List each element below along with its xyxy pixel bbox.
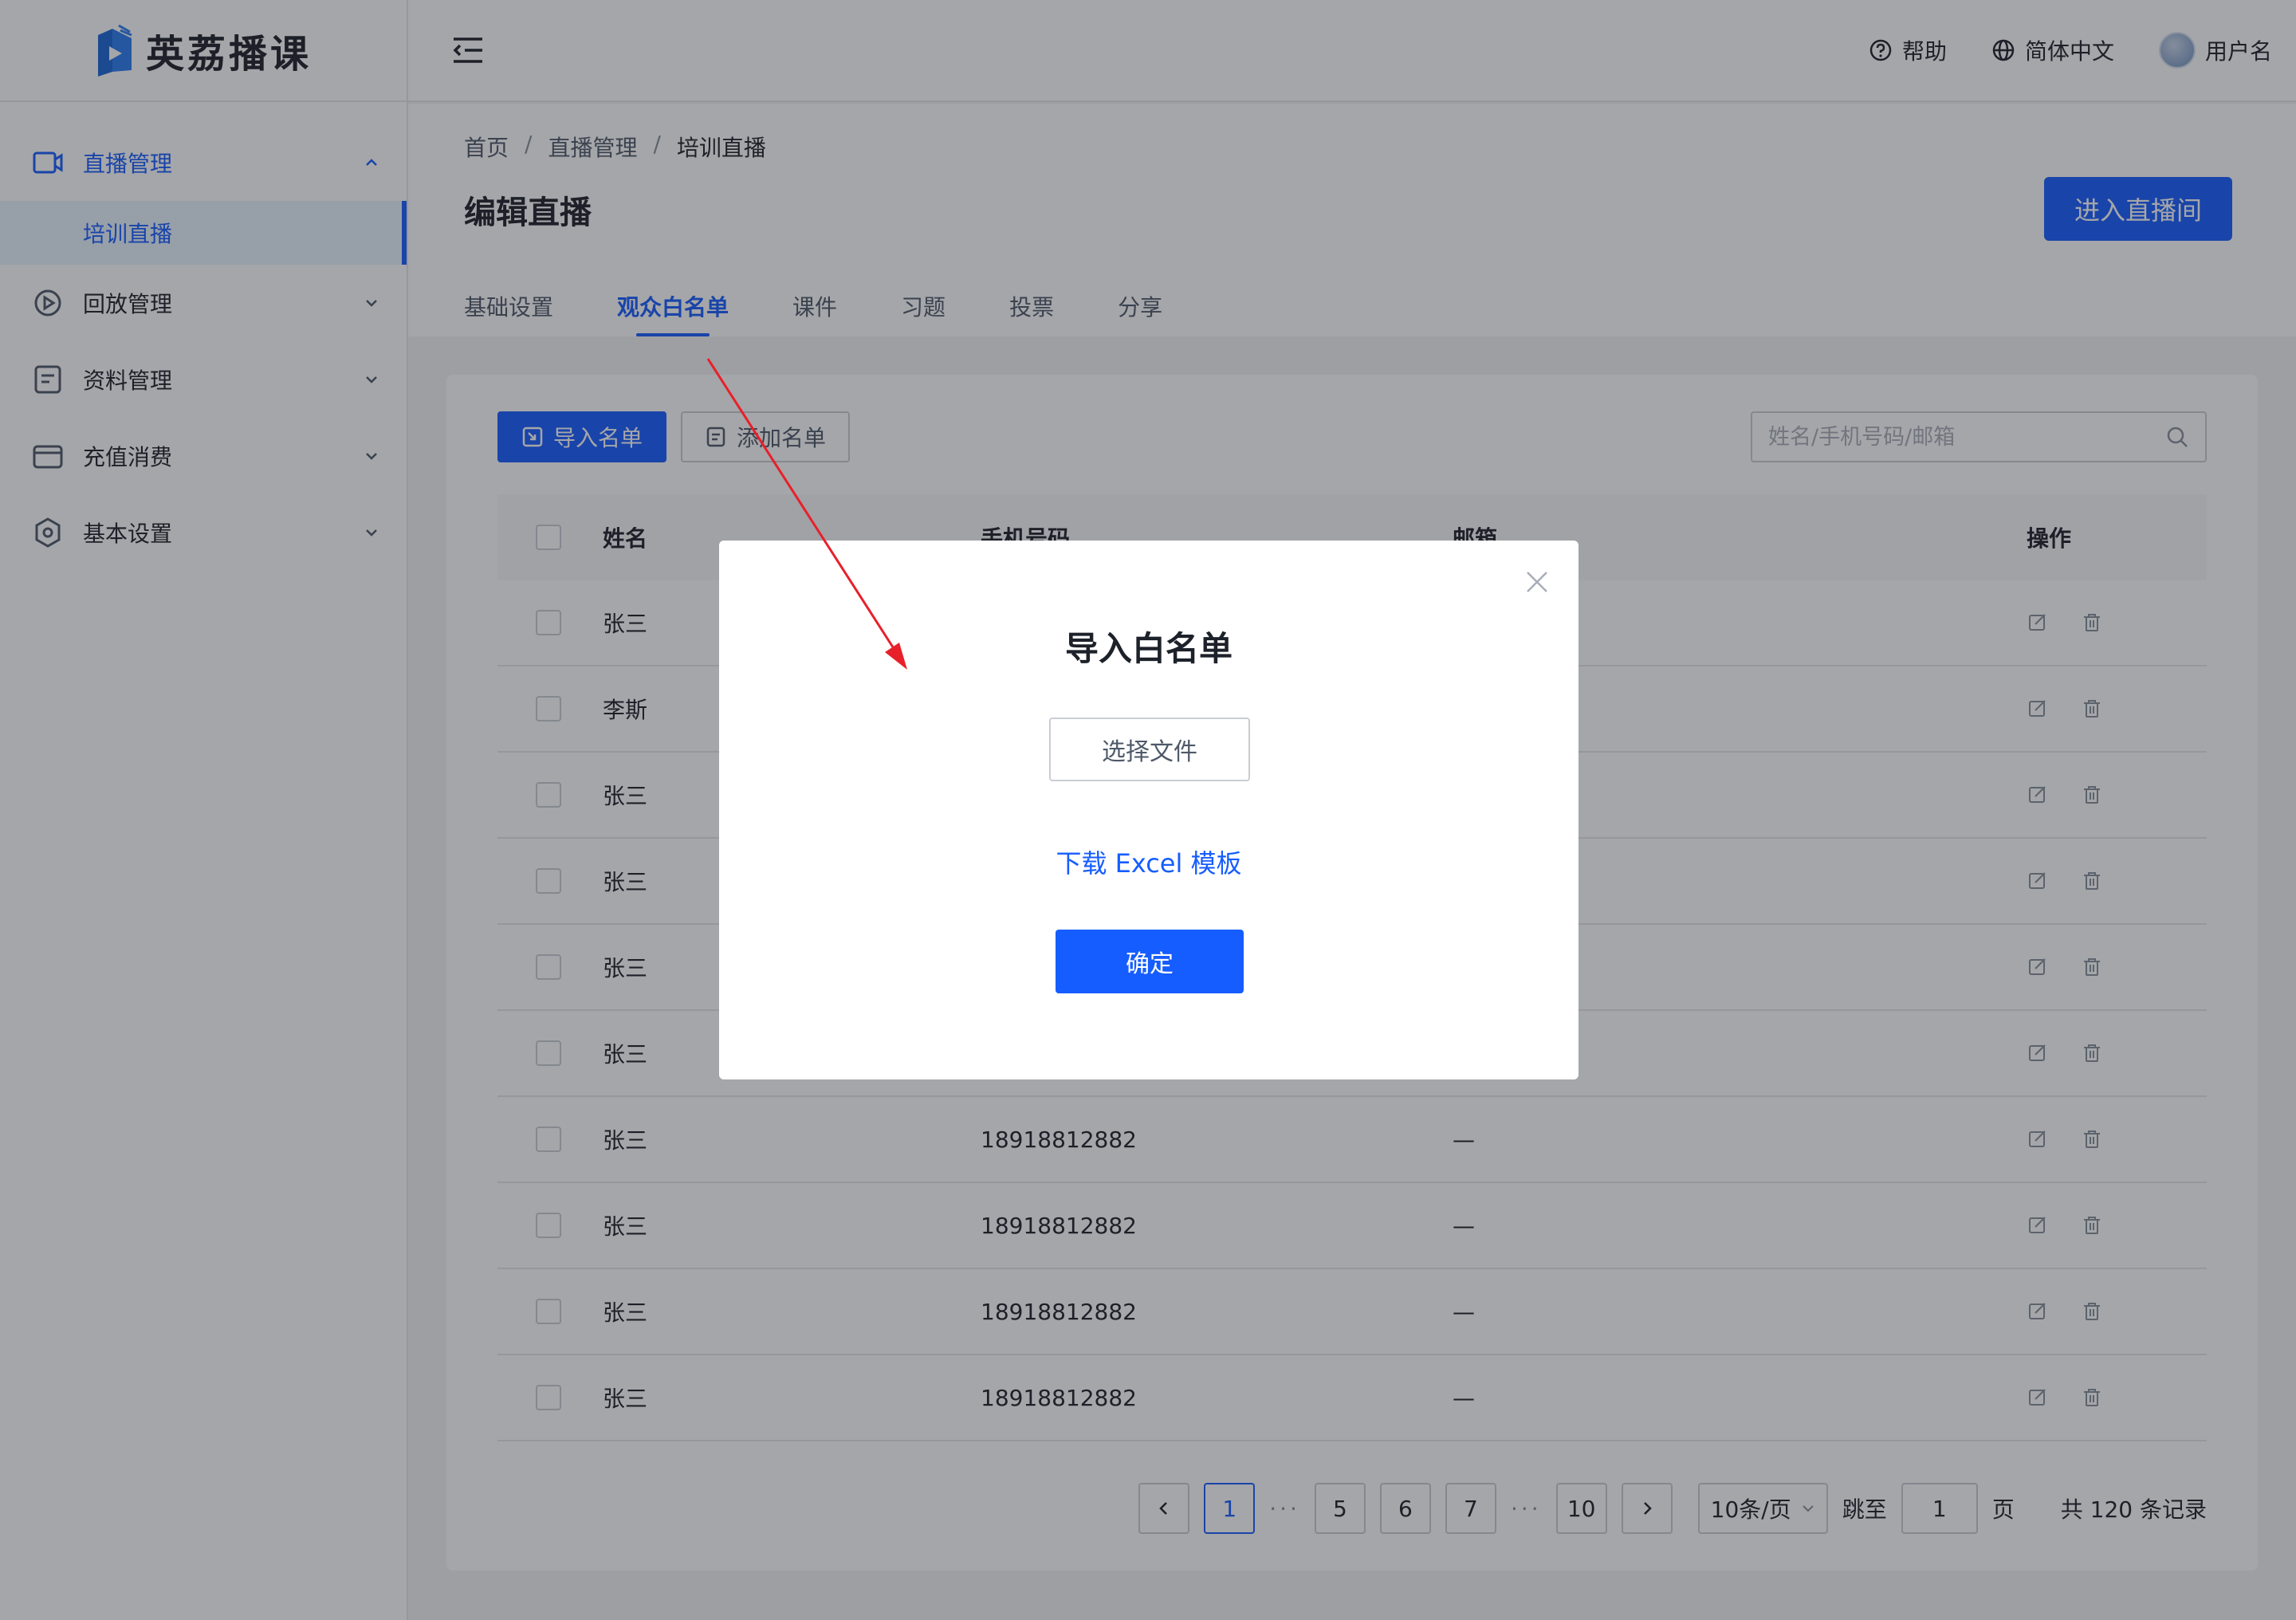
choose-file-button[interactable]: 选择文件 (1049, 718, 1250, 781)
modal-title: 导入白名单 (1064, 629, 1233, 668)
download-template-link[interactable]: 下载 Excel 模板 (719, 843, 1578, 880)
close-button[interactable] (1521, 566, 1553, 598)
import-whitelist-modal: 导入白名单 选择文件 下载 Excel 模板 确定 (719, 541, 1578, 1079)
close-icon (1527, 572, 1547, 592)
confirm-button[interactable]: 确定 (1056, 930, 1244, 993)
